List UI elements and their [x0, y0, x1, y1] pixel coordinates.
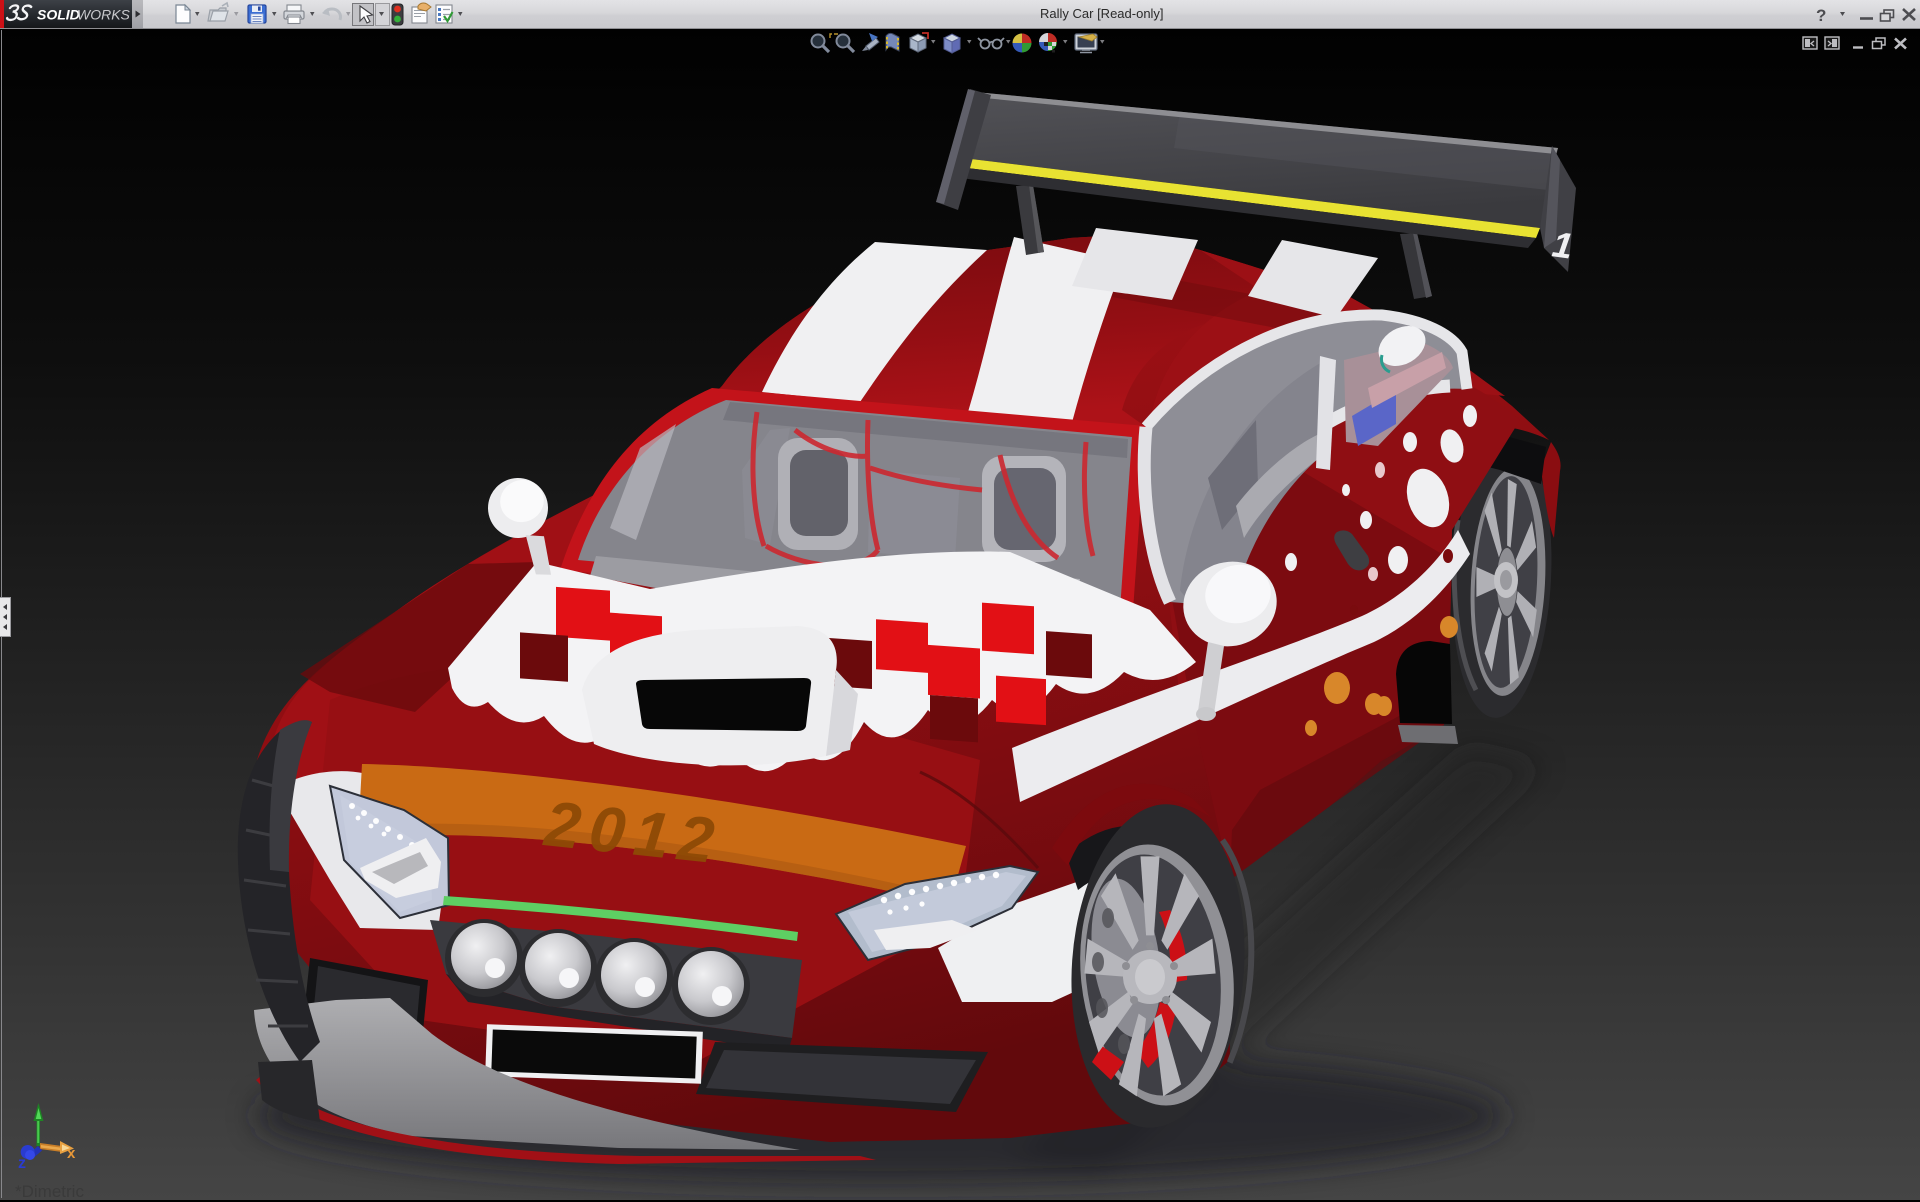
svg-text:SOLID: SOLID [37, 7, 80, 23]
svg-text:z: z [18, 1155, 26, 1172]
svg-text:WORKS: WORKS [77, 7, 131, 23]
svg-text:x: x [67, 1145, 76, 1162]
svg-text:?: ? [1816, 6, 1826, 25]
svg-text:1: 1 [1550, 223, 1576, 266]
